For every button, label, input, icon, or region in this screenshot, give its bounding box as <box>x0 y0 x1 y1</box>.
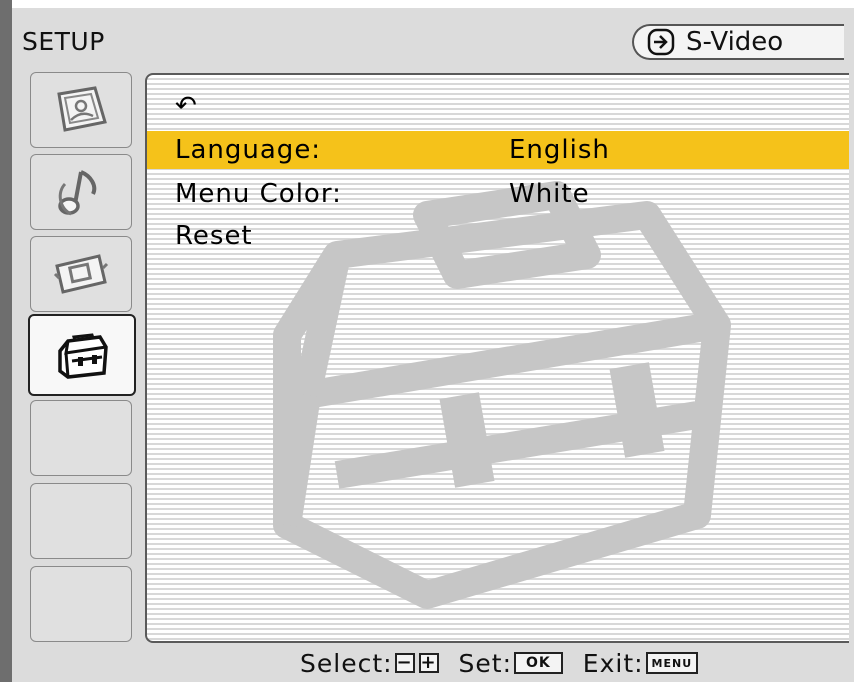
osd-screen: SETUP S-Video ↶ Language: English Menu C… <box>0 0 854 682</box>
menu-item-label: Reset <box>175 221 253 251</box>
input-source-label: S-Video <box>686 27 784 57</box>
tab-setup[interactable] <box>28 314 136 396</box>
menu-item-language[interactable]: Language: English <box>147 131 849 169</box>
input-source-indicator: S-Video <box>632 24 844 60</box>
input-arrow-icon <box>646 27 676 57</box>
music-icon <box>58 170 97 216</box>
minus-key-icon: − <box>394 652 415 673</box>
tab-video[interactable] <box>30 236 132 312</box>
menu-item-label: Language: <box>175 135 322 165</box>
tab-music[interactable] <box>30 154 132 230</box>
video-icon <box>53 254 109 294</box>
set-hint-label: Set: <box>458 648 513 678</box>
back-button[interactable]: ↶ <box>175 91 197 121</box>
top-frame <box>0 0 854 8</box>
tab-empty-2 <box>30 483 132 559</box>
photo-icon <box>57 86 107 132</box>
plus-key-icon: + <box>418 652 439 673</box>
tab-photo[interactable] <box>30 72 132 148</box>
exit-hint-label: Exit: <box>582 648 644 678</box>
setup-menu-panel: ↶ Language: English Menu Color: White Re… <box>145 73 849 643</box>
help-bar: Select: − + Set: OK Exit: MENU <box>300 648 700 678</box>
menu-item-reset[interactable]: Reset <box>147 217 849 255</box>
select-hint-label: Select: <box>300 648 393 678</box>
menu-key-icon: MENU <box>645 652 699 674</box>
menu-item-value: English <box>509 135 610 165</box>
tab-empty-3 <box>30 566 132 642</box>
left-frame <box>0 0 12 682</box>
page-title: SETUP <box>22 27 105 56</box>
ok-key-icon: OK <box>514 652 563 674</box>
toolbox-icon <box>58 333 108 379</box>
tab-empty-1 <box>30 400 132 476</box>
menu-item-menu-color[interactable]: Menu Color: White <box>147 175 849 213</box>
menu-item-value: White <box>509 179 590 209</box>
menu-item-label: Menu Color: <box>175 179 342 209</box>
